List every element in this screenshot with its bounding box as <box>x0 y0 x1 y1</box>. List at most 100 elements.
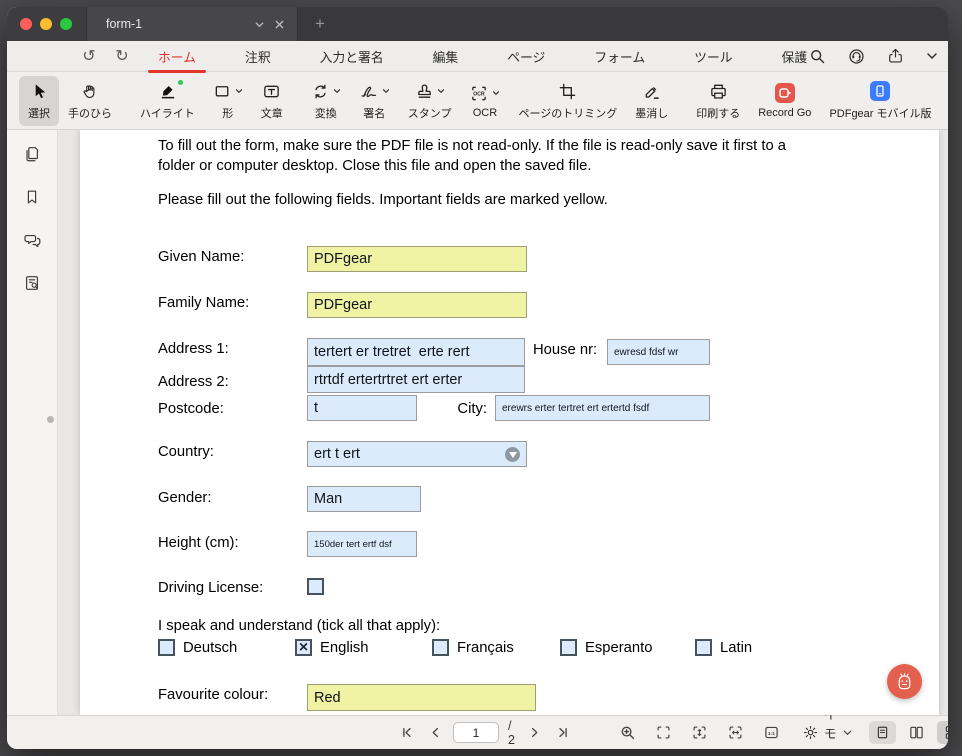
house-nr-label: House nr: <box>533 342 598 358</box>
driving-license-checkbox[interactable] <box>307 578 324 595</box>
page-thumbnails-icon[interactable] <box>19 141 45 167</box>
shape-tool-button[interactable]: 形 <box>204 76 252 126</box>
collapse-toolbar-chevron-icon[interactable] <box>925 49 939 63</box>
search-icon[interactable] <box>809 48 826 65</box>
shape-icon <box>213 82 232 101</box>
continuous-scroll-view-button[interactable] <box>937 721 948 744</box>
address1-label: Address 1: <box>158 341 229 357</box>
minimize-window-button[interactable] <box>40 18 52 30</box>
chevron-down-icon <box>492 89 500 97</box>
menu-tab-annotate[interactable]: 注釈 <box>243 40 273 73</box>
language-latin-item: Latin <box>695 639 752 656</box>
hand-tool-button[interactable]: 手のひら <box>59 76 121 126</box>
height-label: Height (cm): <box>158 535 239 551</box>
menu-tab-edit[interactable]: 編集 <box>431 40 461 73</box>
previous-page-button[interactable] <box>424 722 446 744</box>
english-checkbox[interactable]: × <box>295 639 312 656</box>
francais-checkbox[interactable] <box>432 639 449 656</box>
text-box-icon <box>262 81 281 102</box>
address1-field[interactable]: tertert er tretret erte rert <box>307 338 525 366</box>
text-tool-button[interactable]: 文章 <box>252 76 292 126</box>
menu-tab-tools[interactable]: ツール <box>692 40 734 73</box>
document-tab[interactable]: form-1 <box>86 7 298 41</box>
single-page-view-button[interactable] <box>869 721 897 744</box>
actual-size-icon[interactable]: 1:1 <box>761 722 783 744</box>
chevron-down-icon <box>842 727 853 738</box>
ai-assistant-robot-button[interactable] <box>887 664 922 699</box>
tab-title: form-1 <box>106 17 143 31</box>
deutsch-label: Deutsch <box>183 639 238 656</box>
menu-tab-form[interactable]: フォーム <box>592 40 647 73</box>
deutsch-checkbox[interactable] <box>158 639 175 656</box>
sidebar-resize-handle[interactable] <box>47 416 54 423</box>
form-fields-icon[interactable] <box>19 270 45 296</box>
stamp-tool-button[interactable]: スタンプ <box>399 76 461 126</box>
ocr-icon: OCR <box>469 84 489 103</box>
crop-pages-button[interactable]: ページのトリミング <box>509 76 626 126</box>
titlebar: form-1 + <box>7 7 948 41</box>
country-dropdown[interactable]: ert t ert <box>307 441 527 467</box>
highlight-tool-button[interactable]: ハイライト <box>131 76 204 126</box>
print-button[interactable]: 印刷する <box>687 76 749 126</box>
latin-checkbox[interactable] <box>695 639 712 656</box>
language-english-item: × English <box>295 639 369 656</box>
menu-tab-protect[interactable]: 保護 <box>780 40 810 73</box>
svg-text:OCR: OCR <box>474 91 486 97</box>
postcode-field[interactable]: t <box>307 395 417 421</box>
undo-icon[interactable]: ↺ <box>79 46 99 66</box>
address2-field[interactable]: rtrtdf ertertrtret ert erter <box>307 366 525 393</box>
language-deutsch-item: Deutsch <box>158 639 237 656</box>
pdfgear-mobile-button[interactable]: PDFgear モバイル版 <box>820 76 940 126</box>
tab-close-icon[interactable] <box>269 14 289 34</box>
given-name-field[interactable]: PDFgear <box>307 246 527 272</box>
pdf-page: To fill out the form, make sure the PDF … <box>80 130 939 715</box>
two-page-view-button[interactable] <box>903 721 930 744</box>
favourite-colour-field[interactable]: Red <box>307 684 536 711</box>
app-window: form-1 + ↺ ↻ ホーム 注釈 入力と署名 編集 ページ フォーム ツー… <box>7 7 948 749</box>
menu-tab-home[interactable]: ホーム <box>147 40 207 73</box>
chevron-down-icon <box>437 87 445 95</box>
tab-options-chevron-icon[interactable] <box>249 14 269 34</box>
sign-tool-button[interactable]: 署名 <box>350 76 399 126</box>
zoom-in-icon[interactable] <box>617 722 639 744</box>
next-page-button[interactable] <box>524 722 546 744</box>
bookmarks-icon[interactable] <box>19 184 45 210</box>
share-icon[interactable] <box>887 47 904 65</box>
new-tab-button[interactable]: + <box>309 13 331 35</box>
chevron-down-icon <box>333 87 341 95</box>
ocr-tool-button[interactable]: OCR OCR <box>460 76 509 126</box>
family-name-field[interactable]: PDFgear <box>307 292 527 318</box>
traffic-lights <box>7 7 86 41</box>
fit-page-icon[interactable] <box>653 722 675 744</box>
crop-icon <box>558 81 577 102</box>
last-page-button[interactable] <box>553 722 575 744</box>
height-field[interactable]: 150der tert ertf dsf <box>307 531 417 557</box>
zoom-window-button[interactable] <box>60 18 72 30</box>
intro-paragraph-line2: folder or computer desktop. Close this f… <box>158 158 592 174</box>
support-icon[interactable] <box>847 47 866 66</box>
menu-tab-page[interactable]: ページ <box>505 40 547 73</box>
record-go-button[interactable]: Record Go <box>749 76 820 126</box>
gender-field[interactable]: Man <box>307 486 421 512</box>
house-nr-field[interactable]: ewresd fdsf wr <box>607 339 710 365</box>
driving-license-label: Driving License: <box>158 580 264 596</box>
francais-label: Français <box>457 639 514 656</box>
comments-icon[interactable] <box>19 227 45 253</box>
first-page-button[interactable] <box>395 722 417 744</box>
dropdown-arrow-icon[interactable] <box>505 447 520 462</box>
esperanto-checkbox[interactable] <box>560 639 577 656</box>
highlighter-icon <box>158 79 183 102</box>
fit-width-icon[interactable] <box>725 722 747 744</box>
page-number-input[interactable] <box>453 722 499 743</box>
family-name-label: Family Name: <box>158 295 250 311</box>
select-tool-button[interactable]: 選択 <box>19 75 59 126</box>
city-field[interactable]: erewrs erter tertret ert ertertd fsdf <box>495 395 710 421</box>
convert-tool-button[interactable]: 変換 <box>302 76 350 126</box>
intro-paragraph2: Please fill out the following fields. Im… <box>158 192 608 208</box>
chevron-down-icon <box>235 87 243 95</box>
fit-height-icon[interactable] <box>689 722 711 744</box>
redo-icon[interactable]: ↻ <box>112 46 132 66</box>
close-window-button[interactable] <box>20 18 32 30</box>
menu-tab-fill-sign[interactable]: 入力と署名 <box>318 40 386 73</box>
redact-tool-button[interactable]: 墨消し <box>626 76 677 126</box>
